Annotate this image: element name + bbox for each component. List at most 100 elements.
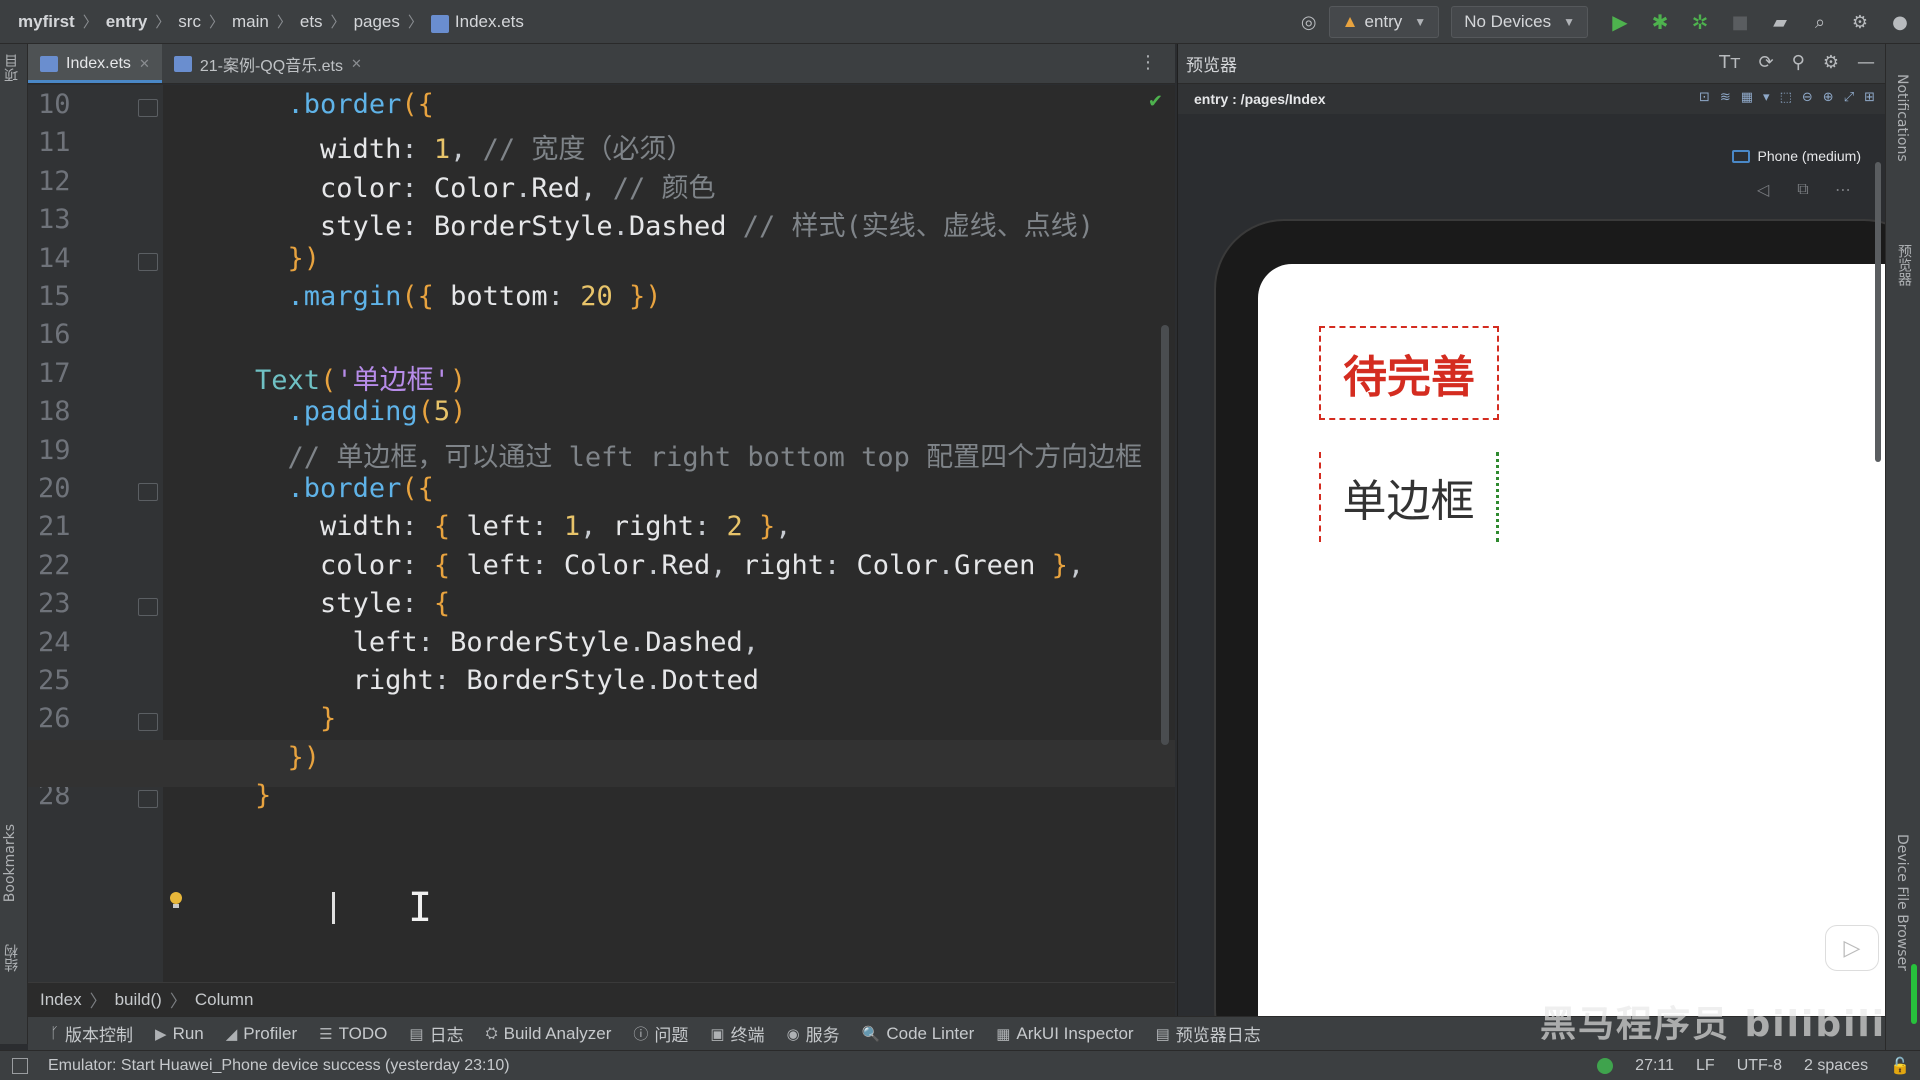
code-line[interactable]: }): [190, 742, 321, 773]
chevron-down-icon[interactable]: ▾: [1763, 90, 1770, 105]
rotate-icon[interactable]: ⧉: [1785, 176, 1821, 202]
debug-button[interactable]: ✱: [1647, 9, 1673, 35]
code-line[interactable]: style: BorderStyle.Dashed // 样式(实线、虚线、点线…: [190, 204, 1094, 243]
device-manager-icon[interactable]: ▰: [1767, 9, 1793, 35]
crumb-column[interactable]: Column: [195, 990, 254, 1010]
code-line[interactable]: }: [190, 780, 271, 811]
file-encoding[interactable]: UTF-8: [1737, 1057, 1782, 1075]
tool-window-services[interactable]: ◉ 服务: [787, 1021, 840, 1046]
tool-window-terminal[interactable]: ▣ 终端: [710, 1021, 764, 1046]
crumb-pages[interactable]: pages: [354, 12, 400, 32]
structure-tool-button[interactable]: 结构: [2, 944, 22, 972]
code-line[interactable]: }: [190, 703, 336, 734]
crumb-main[interactable]: main: [232, 12, 269, 32]
status-message[interactable]: Emulator: Start Huawei_Phone device succ…: [48, 1057, 510, 1075]
code-line[interactable]: // 单边框，可以通过 left right bottom top 配置四个方向…: [190, 435, 1143, 474]
play-icon[interactable]: ▷: [1825, 925, 1879, 971]
tool-window-log[interactable]: ▤ 日志: [409, 1021, 463, 1046]
code-line[interactable]: left: BorderStyle.Dashed,: [190, 627, 759, 658]
code-line[interactable]: .padding(5): [190, 396, 467, 427]
code-line[interactable]: Text('单边框'): [190, 358, 466, 397]
tool-window-problems[interactable]: ⓘ 问题: [633, 1021, 688, 1046]
crumb-src[interactable]: src: [178, 12, 201, 32]
crumb-project[interactable]: myfirst: [18, 12, 75, 32]
attach-debugger-button[interactable]: ✲: [1687, 9, 1713, 35]
refresh-icon[interactable]: ⟳: [1759, 52, 1774, 73]
device-profile[interactable]: Phone (medium): [1731, 148, 1861, 164]
code-line[interactable]: width: 1, // 宽度（必须）: [190, 127, 693, 166]
fold-marker-icon[interactable]: [138, 252, 158, 271]
back-icon[interactable]: ◁: [1745, 176, 1781, 202]
code-line[interactable]: .border({: [190, 89, 434, 120]
lightbulb-icon[interactable]: [168, 891, 184, 911]
lock-icon[interactable]: 🔓: [1890, 1056, 1910, 1076]
gear-icon[interactable]: ⚙: [1847, 9, 1873, 35]
zoom-out-icon[interactable]: ⊖: [1802, 90, 1813, 105]
fold-marker-icon[interactable]: [138, 598, 158, 617]
layers-icon[interactable]: ≋: [1720, 90, 1731, 105]
bookmarks-tool-button[interactable]: Bookmarks: [2, 824, 18, 902]
more-icon[interactable]: ⋯: [1825, 176, 1861, 202]
zoom-in-icon[interactable]: ⊕: [1823, 90, 1834, 105]
tool-window-git-branch[interactable]: ᚴ 版本控制: [50, 1021, 133, 1046]
module-select[interactable]: ▲ entry ▼: [1328, 6, 1440, 38]
fit-icon[interactable]: ⬚: [1780, 90, 1792, 105]
editor-scrollbar[interactable]: [1161, 325, 1169, 745]
fold-marker-icon[interactable]: [138, 790, 158, 809]
gear-icon[interactable]: ⚙: [1823, 52, 1839, 73]
caret-position[interactable]: 27:11: [1635, 1057, 1674, 1075]
crumb-module[interactable]: entry: [106, 12, 148, 32]
tool-window-build-analyzer[interactable]: ⛭ Build Analyzer: [486, 1024, 612, 1044]
notifications-tool-button[interactable]: Notifications: [1894, 74, 1910, 162]
project-tool-button[interactable]: 项目: [2, 54, 22, 82]
ruler-icon[interactable]: ⊞: [1864, 90, 1875, 105]
grid-icon[interactable]: ▦: [1741, 90, 1753, 105]
previewer-tool-button[interactable]: 预览器: [1894, 244, 1914, 286]
close-icon[interactable]: ✕: [139, 56, 150, 72]
tool-window-previewer-log[interactable]: ▤ 预览器日志: [1156, 1021, 1261, 1046]
crumb-index[interactable]: Index: [40, 990, 82, 1010]
device-select[interactable]: No Devices ▼: [1451, 6, 1588, 38]
tool-window-todo[interactable]: ☰ TODO: [319, 1024, 387, 1044]
code-line[interactable]: color: { left: Color.Red, right: Color.G…: [190, 550, 1084, 581]
code-editor[interactable]: 10111213141516171819202122232425262728 .…: [28, 85, 1175, 982]
line-separator[interactable]: LF: [1696, 1057, 1715, 1075]
more-vertical-icon[interactable]: ⋮: [1139, 52, 1157, 73]
close-icon[interactable]: ✕: [351, 56, 362, 72]
tool-window-arkui-inspector[interactable]: ▦ ArkUI Inspector: [996, 1024, 1133, 1044]
code-line[interactable]: style: {: [190, 588, 450, 619]
pin-icon[interactable]: ⚲: [1792, 52, 1805, 73]
code-line[interactable]: }): [190, 243, 321, 274]
tool-window-profiler[interactable]: ◢ Profiler: [226, 1024, 297, 1044]
stop-button[interactable]: ■: [1727, 9, 1753, 35]
terminal-icon: ▣: [710, 1025, 725, 1043]
search-icon[interactable]: ⌕: [1807, 9, 1833, 35]
crumb-build[interactable]: build(): [115, 990, 162, 1010]
code-line[interactable]: right: BorderStyle.Dotted: [190, 665, 759, 696]
fold-marker-icon[interactable]: [138, 713, 158, 732]
inspector-icon[interactable]: ⊡: [1699, 90, 1710, 105]
fold-marker-icon[interactable]: [138, 99, 158, 117]
code-line[interactable]: color: Color.Red, // 颜色: [190, 166, 715, 205]
line-number: 20: [38, 473, 71, 504]
tool-window-code-linter[interactable]: 🔍 Code Linter: [862, 1024, 975, 1044]
target-icon[interactable]: ◎: [1296, 9, 1322, 35]
code-line[interactable]: .border({: [190, 473, 434, 504]
font-size-icon[interactable]: Tт: [1719, 52, 1740, 73]
previewer-scrollbar[interactable]: [1875, 162, 1881, 462]
indent-setting[interactable]: 2 spaces: [1804, 1057, 1868, 1075]
toggle-tool-windows-icon[interactable]: [12, 1058, 28, 1074]
crumb-file[interactable]: Index.ets: [455, 12, 524, 32]
device-file-browser-tool-button[interactable]: Device File Browser: [1894, 834, 1910, 971]
tab-qq-music[interactable]: 21-案例-QQ音乐.ets ✕: [162, 44, 374, 83]
account-icon[interactable]: ●: [1887, 9, 1913, 35]
expand-icon[interactable]: ⤢: [1844, 90, 1854, 105]
tab-index-ets[interactable]: Index.ets ✕: [28, 44, 162, 83]
tool-window-run[interactable]: ▶ Run: [155, 1024, 204, 1044]
code-line[interactable]: .margin({ bottom: 20 }): [190, 281, 662, 312]
fold-marker-icon[interactable]: [138, 483, 158, 501]
crumb-ets[interactable]: ets: [300, 12, 323, 32]
minimize-icon[interactable]: —: [1857, 52, 1875, 73]
run-button[interactable]: ▶: [1607, 9, 1633, 35]
code-line[interactable]: width: { left: 1, right: 2 },: [190, 511, 791, 542]
